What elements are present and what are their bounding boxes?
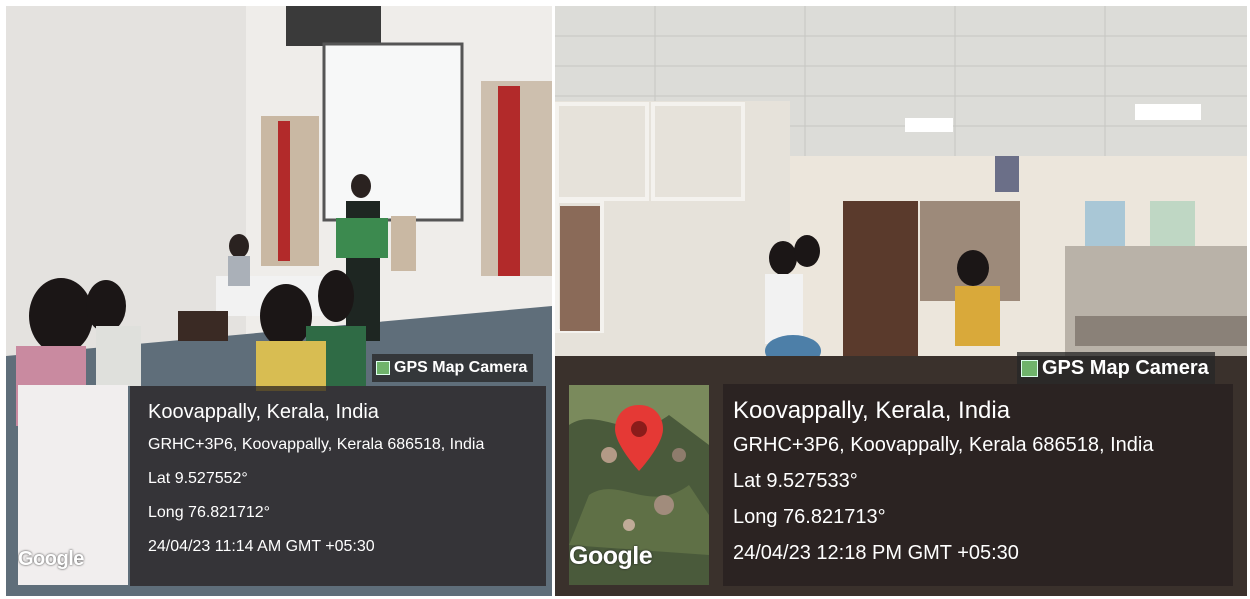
gps-map-camera-badge: GPS Map Camera bbox=[372, 354, 534, 382]
map-thumbnail: Google bbox=[569, 385, 709, 585]
longitude: Long 76.821712° bbox=[148, 504, 271, 521]
place-name: Koovappally, Kerala, India bbox=[148, 401, 379, 423]
photo-lab: GPS Map Camera Google Koovappally, Keral… bbox=[555, 6, 1247, 596]
gps-camera-icon bbox=[1021, 359, 1038, 377]
latitude: Lat 9.527552° bbox=[148, 470, 248, 487]
address: GRHC+3P6, Koovappally, Kerala 686518, In… bbox=[733, 434, 1154, 456]
longitude: Long 76.821713° bbox=[733, 506, 886, 528]
location-info: Koovappally, Kerala, India GRHC+3P6, Koo… bbox=[723, 384, 1233, 586]
map-thumbnail: Google bbox=[18, 385, 128, 585]
photo-classroom: GPS Map Camera Google Koovappally, Keral… bbox=[6, 6, 552, 596]
timestamp: 24/04/23 11:14 AM GMT +05:30 bbox=[148, 538, 375, 555]
badge-label: GPS Map Camera bbox=[394, 359, 528, 376]
timestamp: 24/04/23 12:18 PM GMT +05:30 bbox=[733, 542, 1019, 564]
latitude: Lat 9.527533° bbox=[733, 470, 858, 492]
google-logo: Google bbox=[18, 548, 84, 570]
gps-camera-icon bbox=[376, 361, 390, 375]
google-logo: Google bbox=[569, 542, 653, 570]
place-name: Koovappally, Kerala, India bbox=[733, 397, 1011, 424]
gps-map-camera-badge: GPS Map Camera bbox=[1017, 352, 1215, 384]
address: GRHC+3P6, Koovappally, Kerala 686518, In… bbox=[148, 436, 485, 453]
badge-label: GPS Map Camera bbox=[1042, 356, 1209, 379]
location-info: Koovappally, Kerala, India GRHC+3P6, Koo… bbox=[130, 386, 546, 586]
